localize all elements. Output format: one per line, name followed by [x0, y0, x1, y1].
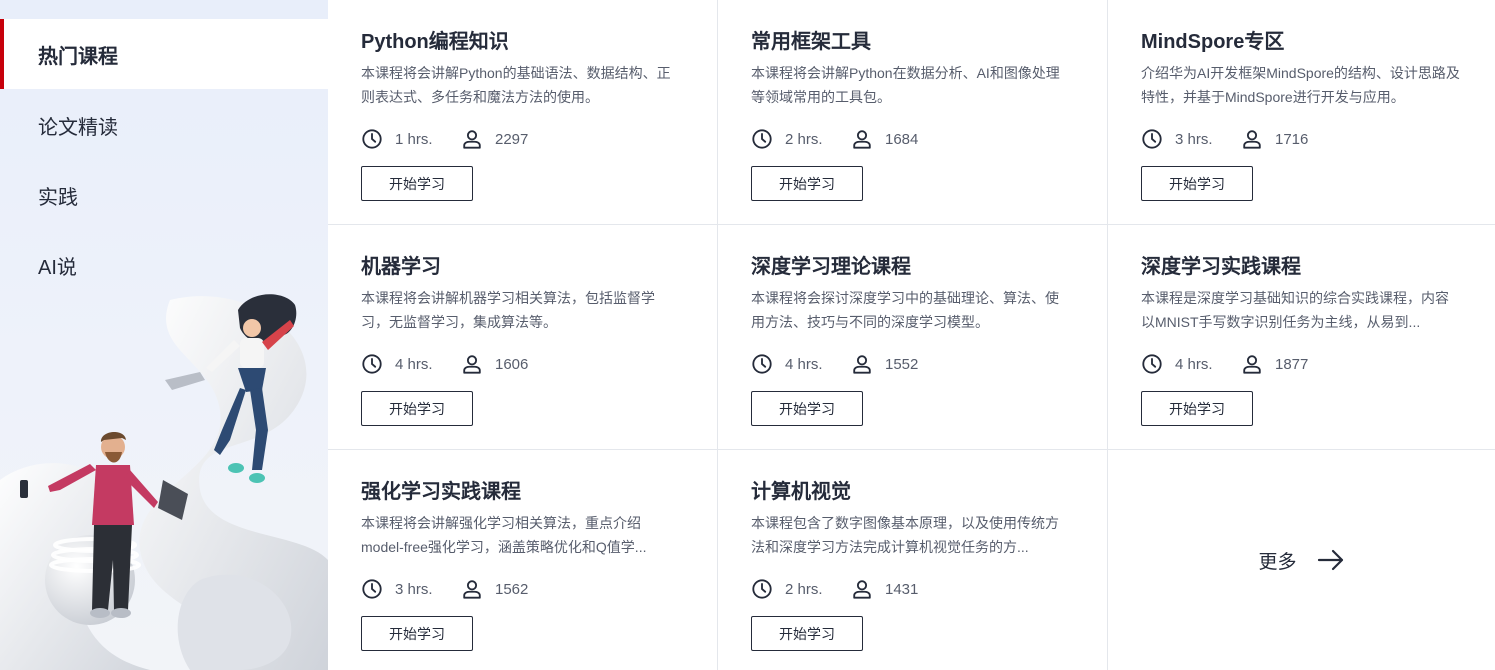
course-duration: 4 hrs.: [395, 355, 433, 373]
more-label: 更多: [1258, 551, 1297, 573]
clock-icon: [1142, 129, 1162, 149]
course-card[interactable]: Python编程知识 本课程将会讲解Python的基础语法、数据结构、正则表达式…: [328, 0, 718, 225]
clock-icon: [1142, 354, 1162, 374]
course-card[interactable]: 计算机视觉 本课程包含了数字图像基本原理，以及使用传统方法和深度学习方法完成计算…: [718, 450, 1108, 670]
clock-icon: [752, 579, 772, 599]
course-learner-count: 1684: [885, 130, 919, 148]
course-meta: 4 hrs. 1877: [1141, 352, 1308, 376]
course-learner-count: 1606: [495, 355, 529, 373]
user-icon: [853, 580, 871, 599]
course-description: 本课程包含了数字图像基本原理，以及使用传统方法和深度学习方法完成计算机视觉任务的…: [751, 515, 1059, 555]
user-icon: [463, 130, 481, 149]
course-title[interactable]: 深度学习实践课程: [1141, 250, 1301, 279]
course-title[interactable]: 强化学习实践课程: [361, 475, 521, 504]
course-meta: 4 hrs. 1606: [361, 352, 528, 376]
user-icon: [853, 130, 871, 149]
course-description: 介绍华为AI开发框架MindSpore的结构、设计思路及特性，并基于MindSp…: [1141, 65, 1460, 105]
course-duration: 2 hrs.: [785, 580, 823, 598]
course-learner-count: 2297: [495, 130, 529, 148]
course-title[interactable]: 计算机视觉: [751, 475, 851, 504]
course-card[interactable]: MindSpore专区 介绍华为AI开发框架MindSpore的结构、设计思路及…: [1108, 0, 1495, 225]
sidebar-item-practice[interactable]: 实践: [0, 160, 328, 230]
people-learning-illustration: [0, 294, 328, 670]
course-meta: 2 hrs. 1431: [751, 577, 918, 601]
clock-icon: [752, 354, 772, 374]
course-card[interactable]: 深度学习理论课程 本课程将会探讨深度学习中的基础理论、算法、使用方法、技巧与不同…: [718, 225, 1108, 450]
course-duration: 4 hrs.: [785, 355, 823, 373]
course-meta: 3 hrs. 1716: [1141, 127, 1308, 151]
start-learning-button[interactable]: 开始学习: [751, 616, 863, 651]
course-learner-count: 1562: [495, 580, 529, 598]
course-duration: 1 hrs.: [395, 130, 433, 148]
course-card[interactable]: 机器学习 本课程将会讲解机器学习相关算法，包括监督学习，无监督学习，集成算法等。…: [328, 225, 718, 450]
course-duration: 3 hrs.: [395, 580, 433, 598]
user-icon: [853, 355, 871, 374]
start-learning-button[interactable]: 开始学习: [751, 166, 863, 201]
course-card[interactable]: 深度学习实践课程 本课程是深度学习基础知识的综合实践课程，内容以MNIST手写数…: [1108, 225, 1495, 450]
course-description: 本课程将会探讨深度学习中的基础理论、算法、使用方法、技巧与不同的深度学习模型。: [751, 290, 1059, 330]
arrow-right-icon: [1317, 549, 1343, 571]
start-learning-button[interactable]: 开始学习: [1141, 391, 1253, 426]
user-icon: [463, 355, 481, 374]
course-learner-count: 1716: [1275, 130, 1309, 148]
start-learning-button[interactable]: 开始学习: [1141, 166, 1253, 201]
sidebar-item-paper-reading[interactable]: 论文精读: [0, 90, 328, 160]
course-card[interactable]: 强化学习实践课程 本课程将会讲解强化学习相关算法，重点介绍model-free强…: [328, 450, 718, 670]
sidebar-item-label: 论文精读: [38, 116, 118, 139]
course-learner-count: 1552: [885, 355, 919, 373]
course-title[interactable]: 常用框架工具: [751, 25, 871, 54]
clock-icon: [362, 579, 382, 599]
start-learning-button[interactable]: 开始学习: [751, 391, 863, 426]
user-icon: [1243, 130, 1261, 149]
more-courses-link[interactable]: 更多: [1108, 450, 1495, 670]
course-meta: 1 hrs. 2297: [361, 127, 528, 151]
clock-icon: [752, 129, 772, 149]
course-duration: 2 hrs.: [785, 130, 823, 148]
course-title[interactable]: 机器学习: [361, 250, 441, 279]
sidebar-item-label: AI说: [38, 256, 77, 279]
start-learning-button[interactable]: 开始学习: [361, 391, 473, 426]
course-meta: 2 hrs. 1684: [751, 127, 918, 151]
course-duration: 4 hrs.: [1175, 355, 1213, 373]
course-meta: 3 hrs. 1562: [361, 577, 528, 601]
course-description: 本课程是深度学习基础知识的综合实践课程，内容以MNIST手写数字识别任务为主线，…: [1141, 290, 1449, 330]
course-description: 本课程将会讲解Python的基础语法、数据结构、正则表达式、多任务和魔法方法的使…: [361, 65, 671, 105]
course-title[interactable]: 深度学习理论课程: [751, 250, 911, 279]
course-learner-count: 1877: [1275, 355, 1309, 373]
course-learner-count: 1431: [885, 580, 919, 598]
course-grid: Python编程知识 本课程将会讲解Python的基础语法、数据结构、正则表达式…: [328, 0, 1495, 670]
course-duration: 3 hrs.: [1175, 130, 1213, 148]
course-title[interactable]: MindSpore专区: [1141, 25, 1284, 54]
course-description: 本课程将会讲解Python在数据分析、AI和图像处理等领域常用的工具包。: [751, 65, 1060, 105]
user-icon: [1243, 355, 1261, 374]
user-icon: [463, 580, 481, 599]
sidebar-item-label: 实践: [38, 186, 78, 209]
clock-icon: [362, 129, 382, 149]
sidebar: 热门课程 论文精读 实践 AI说: [0, 0, 328, 670]
start-learning-button[interactable]: 开始学习: [361, 166, 473, 201]
course-card[interactable]: 常用框架工具 本课程将会讲解Python在数据分析、AI和图像处理等领域常用的工…: [718, 0, 1108, 225]
course-description: 本课程将会讲解强化学习相关算法，重点介绍model-free强化学习，涵盖策略优…: [361, 515, 647, 555]
sidebar-item-hot-courses[interactable]: 热门课程: [0, 19, 328, 89]
course-title[interactable]: Python编程知识: [361, 25, 509, 54]
start-learning-button[interactable]: 开始学习: [361, 616, 473, 651]
sidebar-item-label: 热门课程: [38, 45, 118, 68]
course-meta: 4 hrs. 1552: [751, 352, 918, 376]
clock-icon: [362, 354, 382, 374]
course-description: 本课程将会讲解机器学习相关算法，包括监督学习，无监督学习，集成算法等。: [361, 290, 655, 330]
